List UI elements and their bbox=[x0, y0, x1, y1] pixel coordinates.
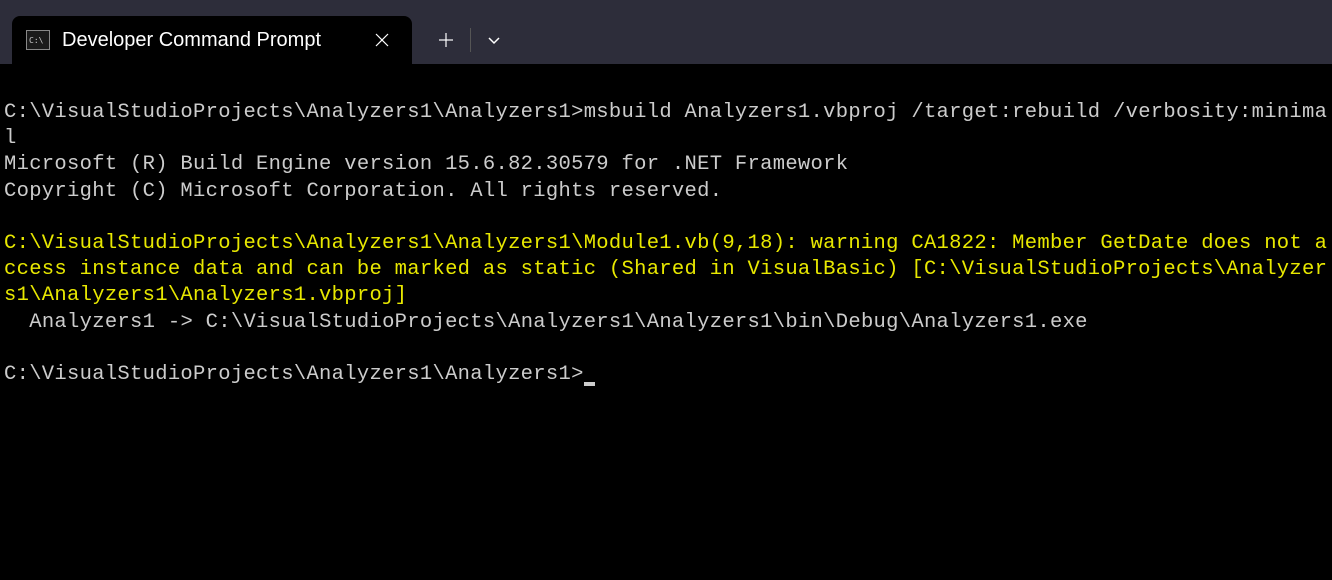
cursor bbox=[584, 382, 595, 386]
terminal-icon: C:\ bbox=[26, 30, 50, 50]
terminal-output[interactable]: C:\VisualStudioProjects\Analyzers1\Analy… bbox=[0, 64, 1332, 580]
warning-line: C:\VisualStudioProjects\Analyzers1\Analy… bbox=[4, 232, 1327, 307]
titlebar: C:\ Developer Command Prompt bbox=[0, 0, 1332, 64]
tab-actions bbox=[412, 16, 517, 64]
output-line: Copyright (C) Microsoft Corporation. All… bbox=[4, 180, 722, 203]
prompt: C:\VisualStudioProjects\Analyzers1\Analy… bbox=[4, 101, 584, 124]
output-line: Analyzers1 -> C:\VisualStudioProjects\An… bbox=[4, 311, 1088, 334]
active-tab[interactable]: C:\ Developer Command Prompt bbox=[12, 16, 412, 64]
prompt: C:\VisualStudioProjects\Analyzers1\Analy… bbox=[4, 363, 584, 386]
close-tab-button[interactable] bbox=[366, 28, 398, 52]
tab-dropdown-button[interactable] bbox=[471, 25, 517, 55]
tab-title: Developer Command Prompt bbox=[62, 29, 321, 52]
new-tab-button[interactable] bbox=[422, 24, 470, 56]
output-line: Microsoft (R) Build Engine version 15.6.… bbox=[4, 153, 848, 176]
